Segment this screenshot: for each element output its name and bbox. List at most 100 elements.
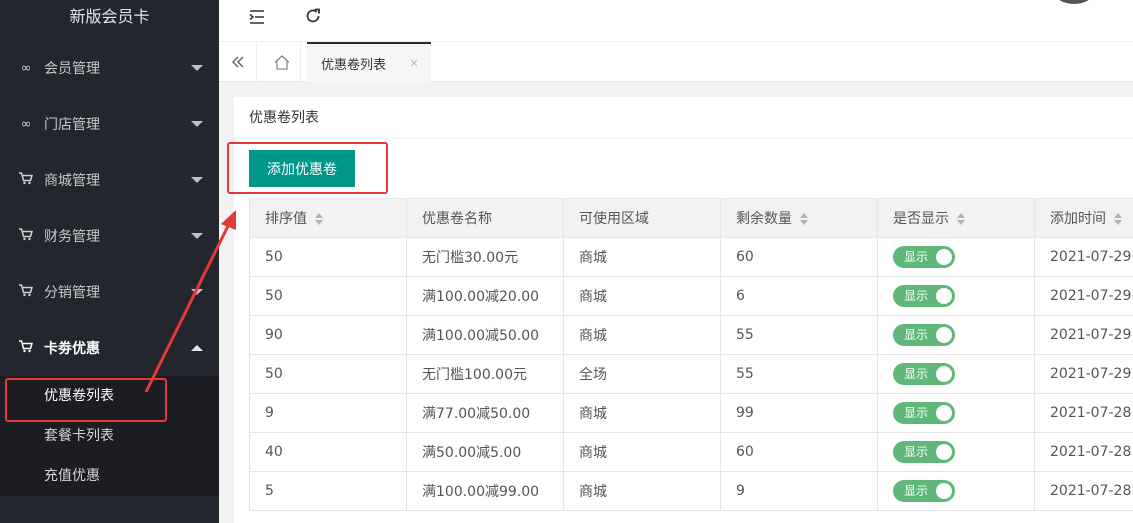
menu-member-management[interactable]: ∞ 会员管理: [0, 40, 219, 96]
toggle-label: 显示: [904, 250, 929, 264]
add-coupon-button[interactable]: 添加优惠卷: [249, 150, 355, 187]
cell-coupon-name: 满100.00减99.00: [406, 471, 564, 511]
menu-finance-management[interactable]: 财务管理: [0, 208, 219, 264]
cart-icon: [18, 227, 34, 245]
table-row: 9满77.00减50.00商城99 显示 2021-07-28 2: [249, 393, 1133, 433]
toggle-knob: [936, 366, 952, 382]
chevron-down-icon: [191, 233, 203, 239]
cell-display: 显示: [877, 237, 1035, 277]
main-content: 优惠卷列表 添加优惠卷 排序值 优惠卷名称 可使用区域 剩余数量 是否显示 添加…: [234, 97, 1133, 523]
menu-distribution-management[interactable]: 分销管理: [0, 264, 219, 320]
cell-remaining-qty: 60: [720, 432, 878, 472]
col-remaining-qty[interactable]: 剩余数量: [720, 198, 878, 238]
cell-coupon-name: 无门槛30.00元: [406, 237, 564, 277]
cell-sort-value: 50: [249, 237, 407, 277]
cell-remaining-qty: 60: [720, 237, 878, 277]
cell-coupon-name: 满100.00减20.00: [406, 276, 564, 316]
cell-usable-area: 商城: [563, 315, 721, 355]
cart-icon: [18, 283, 34, 301]
display-toggle[interactable]: 显示: [893, 285, 955, 307]
menu-label: 分销管理: [44, 285, 100, 301]
sub-item-coupon-list[interactable]: 优惠卷列表: [0, 376, 219, 416]
display-toggle[interactable]: 显示: [893, 324, 955, 346]
chevron-down-icon: [191, 177, 203, 183]
chevron-down-icon: [191, 289, 203, 295]
cell-added-time: 2021-07-28 2: [1034, 432, 1133, 472]
menu-mall-management[interactable]: 商城管理: [0, 152, 219, 208]
tab-coupon-list[interactable]: 优惠卷列表 ×: [307, 42, 431, 82]
display-toggle[interactable]: 显示: [893, 246, 955, 268]
refresh-icon[interactable]: [305, 8, 321, 29]
sub-item-package-card-list[interactable]: 套餐卡列表: [0, 416, 219, 456]
menu-label: 商城管理: [44, 173, 100, 189]
display-toggle[interactable]: 显示: [893, 441, 955, 463]
menu-store-management[interactable]: ∞ 门店管理: [0, 96, 219, 152]
chevron-down-icon: [191, 65, 203, 71]
cell-sort-value: 5: [249, 471, 407, 511]
cell-added-time: 2021-07-28 2: [1034, 471, 1133, 511]
cell-remaining-qty: 6: [720, 276, 878, 316]
coupons-submenu: 优惠卷列表 套餐卡列表 充值优惠: [0, 376, 219, 496]
coupon-table: 排序值 优惠卷名称 可使用区域 剩余数量 是否显示 添加时间 50 无门槛30.0…: [249, 198, 1133, 511]
cell-display: 显示: [877, 354, 1035, 394]
home-icon[interactable]: [263, 42, 301, 82]
top-header: [219, 0, 1133, 42]
link-icon: ∞: [20, 116, 32, 132]
cell-coupon-name: 满50.00减5.00: [406, 432, 564, 472]
col-display[interactable]: 是否显示: [877, 198, 1035, 238]
toggle-label: 显示: [904, 406, 929, 420]
cell-sort-value: 9: [249, 393, 407, 433]
cell-usable-area: 商城: [563, 393, 721, 433]
sort-icon[interactable]: [957, 213, 966, 225]
display-toggle[interactable]: 显示: [893, 402, 955, 424]
table-row: 50满100.00减20.00商城6 显示 2021-07-29 1: [249, 276, 1133, 316]
display-toggle[interactable]: 显示: [893, 480, 955, 502]
toggle-knob: [936, 249, 952, 265]
double-chevron-left-icon[interactable]: [219, 42, 257, 82]
cell-remaining-qty: 9: [720, 471, 878, 511]
brand-title: 新版会员卡: [69, 7, 150, 26]
cell-coupon-name: 无门槛100.00元: [406, 354, 564, 394]
table-row: 40满50.00减5.00商城60 显示 2021-07-28 2: [249, 432, 1133, 472]
toggle-knob: [936, 288, 952, 304]
toggle-knob: [936, 483, 952, 499]
tab-label: 优惠卷列表: [321, 57, 387, 73]
col-coupon-name: 优惠卷名称: [406, 198, 564, 238]
table-row: 5满100.00减99.00商城9 显示 2021-07-28 2: [249, 471, 1133, 511]
sort-icon[interactable]: [1114, 213, 1123, 225]
cell-usable-area: 全场: [563, 354, 721, 394]
panel-title: 优惠卷列表: [234, 97, 1133, 139]
col-sort-value[interactable]: 排序值: [249, 198, 407, 238]
cell-remaining-qty: 99: [720, 393, 878, 433]
cart-icon: [18, 339, 34, 357]
chevron-down-icon: [191, 121, 203, 127]
close-icon[interactable]: ×: [409, 56, 419, 70]
cell-remaining-qty: 55: [720, 315, 878, 355]
sort-icon[interactable]: [315, 213, 324, 225]
table-header-row: 排序值 优惠卷名称 可使用区域 剩余数量 是否显示 添加时间: [249, 198, 1133, 238]
cell-usable-area: 商城: [563, 471, 721, 511]
cell-display: 显示: [877, 315, 1035, 355]
menu-label: 会员管理: [44, 61, 100, 77]
sidebar: 新版会员卡 ∞ 会员管理 ∞ 门店管理 商城管理 财务管理 分销管理 卡劵优惠: [0, 0, 219, 523]
avatar[interactable]: [1055, 0, 1093, 4]
toggle-knob: [936, 327, 952, 343]
cell-display: 显示: [877, 432, 1035, 472]
col-usable-area: 可使用区域: [563, 198, 721, 238]
tab-bar: 优惠卷列表 ×: [219, 42, 1133, 82]
menu-label: 卡劵优惠: [44, 341, 100, 357]
sort-icon[interactable]: [800, 213, 809, 225]
cell-coupon-name: 满100.00减50.00: [406, 315, 564, 355]
cart-icon: [18, 171, 34, 189]
cell-usable-area: 商城: [563, 237, 721, 277]
cell-usable-area: 商城: [563, 432, 721, 472]
toggle-label: 显示: [904, 328, 929, 342]
cell-added-time: 2021-07-28 2: [1034, 393, 1133, 433]
col-added-time[interactable]: 添加时间: [1034, 198, 1133, 238]
menu-coupons[interactable]: 卡劵优惠: [0, 320, 219, 376]
display-toggle[interactable]: 显示: [893, 363, 955, 385]
cell-sort-value: 90: [249, 315, 407, 355]
table-row: 90满100.00减50.00商城55 显示 2021-07-29 0: [249, 315, 1133, 355]
sub-item-recharge-offer[interactable]: 充值优惠: [0, 456, 219, 496]
menu-fold-icon[interactable]: [249, 8, 265, 29]
